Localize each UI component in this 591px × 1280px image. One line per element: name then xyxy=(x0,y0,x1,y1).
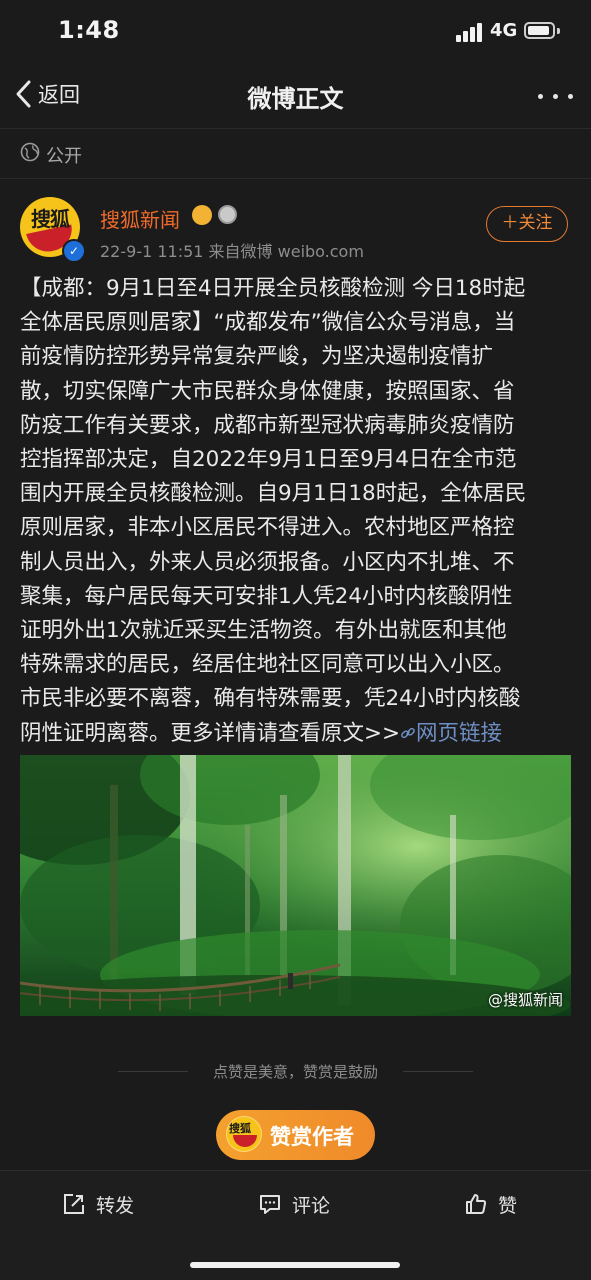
post-line: 原则居家，非本小区居民不得进入。农村地区严格控 xyxy=(20,515,515,541)
battery-fill xyxy=(528,26,549,35)
post-line: 【成都：9月1日至4日开展全员核酸检测 今日18时起 xyxy=(20,276,526,301)
post-text: 【成都：9月1日至4日开展全员核酸检测 今日18时起 全体居民原则居家】“成都发… xyxy=(20,272,572,751)
reward-hint: 点赞是美意，赞赏是鼓励 xyxy=(212,1063,378,1081)
web-link-label: 网页链接 xyxy=(416,720,503,746)
reward-label[interactable]: 赞赏作者 xyxy=(270,1121,354,1151)
visibility-label: 公开 xyxy=(46,146,82,167)
post-line: 防疫工作有关要求，成都市新型冠状病毒肺炎疫情防 xyxy=(20,412,515,438)
post-line: 聚集，每户居民每天可安排1人凭24小时内核酸阴性 xyxy=(20,583,513,609)
author-name[interactable]: 搜狐新闻 xyxy=(100,204,180,233)
post-line: 特殊需求的居民，经居住地社区同意可以出入小区。 xyxy=(20,652,515,678)
visibility-row: 公开 xyxy=(0,128,591,179)
globe-icon xyxy=(20,142,40,162)
battery-tip xyxy=(557,28,560,34)
nav-bar: 返回 微博正文 xyxy=(0,62,591,129)
post-line: 围内开展全员核酸检测。自9月1日18时起，全体居民 xyxy=(20,481,527,507)
comment-button[interactable]: 评论 xyxy=(258,1189,330,1219)
link-icon xyxy=(401,727,415,738)
post-meta: 22-9-1 11:51 来自微博 weibo.com xyxy=(100,242,364,261)
avatar-text: 搜狐 xyxy=(31,207,70,231)
like-button[interactable]: 赞 xyxy=(464,1189,517,1219)
follow-button[interactable]: ＋关注 xyxy=(486,206,568,242)
divider-line-right xyxy=(403,1071,473,1072)
home-indicator[interactable] xyxy=(190,1262,400,1268)
reward-avatar-text: 搜狐 xyxy=(229,1122,251,1135)
post-line: 前疫情防控形势异常复杂严峻，为坚决遏制疫情扩 xyxy=(20,344,494,370)
page-title: 微博正文 xyxy=(247,85,344,113)
status-time: 1:48 xyxy=(58,16,120,44)
comment-label: 评论 xyxy=(292,1194,331,1217)
weibo-post-page: 1:48 4G 返回 微博正文 公开 搜狐 ✓ 搜狐新闻 22-9-1 11:5… xyxy=(0,0,591,1280)
verified-check-icon: ✓ xyxy=(62,239,86,263)
post-line-text: 阴性证明离蓉。更多详情请查看原文>> xyxy=(20,720,401,746)
comment-icon xyxy=(260,1195,280,1214)
like-label: 赞 xyxy=(498,1194,518,1217)
post-line: 制人员出入，外来人员必须报备。小区内不扎堆、不 xyxy=(20,549,515,575)
post-last-line: 阴性证明离蓉。更多详情请查看原文>> 网页链接 xyxy=(20,717,572,751)
web-link[interactable]: 网页链接 xyxy=(400,721,502,746)
crown-badge-icon[interactable] xyxy=(192,205,212,225)
network-type: 4G xyxy=(490,20,518,41)
post-line: 散，切实保障广大市民群众身体健康，按照国家、省 xyxy=(20,378,515,404)
post-line: 控指挥部决定，自2022年9月1日至9月4日在全市范 xyxy=(20,447,517,473)
status-bar: 1:48 4G xyxy=(0,0,591,62)
thumbs-up-icon xyxy=(466,1194,487,1214)
post-line: 证明外出1次就近采买生活物资。有外出就医和其他 xyxy=(20,618,507,644)
repost-label: 转发 xyxy=(96,1194,135,1217)
repost-button[interactable]: 转发 xyxy=(62,1189,134,1219)
battery-icon xyxy=(524,22,555,39)
post-line: 全体居民原则居家】“成都发布”微信公众号消息，当 xyxy=(20,310,516,336)
more-dots-icon[interactable] xyxy=(536,84,576,108)
forest-photo xyxy=(20,755,571,1016)
post-image[interactable]: @搜狐新闻 xyxy=(20,755,571,1016)
medal-badge-icon[interactable] xyxy=(218,205,237,224)
reward-avatar: 搜狐 xyxy=(226,1116,262,1152)
repost-icon xyxy=(64,1194,84,1214)
post-line: 市民非必要不离蓉，确有特殊需要，凭24小时内核酸 xyxy=(20,686,521,712)
signal-icon xyxy=(456,22,484,42)
image-watermark: @搜狐新闻 xyxy=(487,991,563,1009)
